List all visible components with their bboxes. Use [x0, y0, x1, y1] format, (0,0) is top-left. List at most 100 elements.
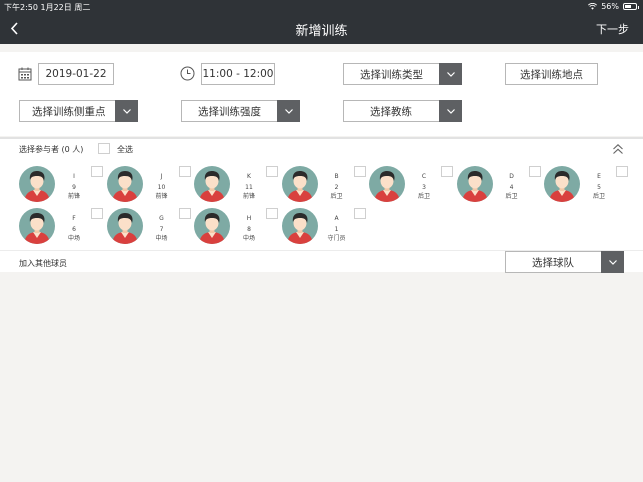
add-other-players-row: 加入其他球员 选择球队 [0, 250, 643, 273]
add-other-players-label: 加入其他球员 [19, 259, 67, 268]
player-card[interactable]: J 10 前锋 [106, 166, 191, 202]
player-select-checkbox[interactable] [266, 166, 278, 177]
player-select-checkbox[interactable] [178, 208, 191, 219]
player-name: A [334, 215, 339, 222]
player-number: 7 [159, 226, 164, 233]
collapse-chevron-up-icon[interactable] [612, 143, 624, 155]
page-title: 新增训练 [295, 24, 348, 39]
date-field[interactable]: 2019-01-22 [38, 63, 114, 85]
chevron-down-icon [284, 108, 293, 114]
player-select-checkbox[interactable] [266, 208, 278, 219]
player-position: 后卫 [505, 193, 518, 200]
nav-bar: 新增训练 下一步 [0, 13, 643, 44]
player-avatar [369, 166, 405, 202]
player-select-checkbox[interactable] [528, 166, 541, 177]
team-select-label: 选择球队 [532, 256, 574, 269]
player-position: 后卫 [417, 193, 430, 200]
training-type-label: 选择训练类型 [360, 68, 423, 81]
player-avatar [19, 208, 55, 244]
player-position: 中场 [155, 235, 168, 242]
time-field[interactable]: 11:00 - 12:00 [201, 63, 275, 85]
select-all-checkbox[interactable] [98, 143, 110, 154]
player-name: H [246, 215, 252, 222]
player-position: 前锋 [67, 193, 80, 200]
player-select-checkbox[interactable] [91, 166, 103, 177]
player-position: 守门员 [327, 235, 346, 242]
player-avatar [106, 166, 143, 202]
player-name: K [247, 173, 251, 180]
player-number: 10 [157, 184, 166, 191]
training-focus-dropdown-button[interactable] [115, 100, 138, 122]
player-select-checkbox[interactable] [353, 208, 366, 219]
player-avatar [544, 166, 580, 202]
player-position: 前锋 [155, 193, 168, 200]
player-number: 11 [245, 184, 253, 191]
player-select-checkbox[interactable] [441, 166, 453, 177]
player-position: 后卫 [592, 193, 605, 200]
player-number: 5 [597, 184, 601, 191]
training-type-select[interactable]: 选择训练类型 [343, 63, 462, 85]
calendar-icon [18, 67, 32, 81]
player-select-checkbox[interactable] [353, 166, 366, 177]
player-avatar [456, 166, 493, 202]
player-position: 中场 [242, 235, 255, 242]
player-name: E [597, 173, 601, 180]
player-card[interactable]: H 8 中场 [194, 208, 278, 244]
training-type-dropdown-button[interactable] [439, 63, 462, 85]
player-card[interactable]: G 7 中场 [106, 208, 191, 244]
team-dropdown-button[interactable] [601, 251, 624, 273]
player-position: 后卫 [330, 193, 343, 200]
training-location-field[interactable]: 选择训练地点 [505, 63, 598, 85]
player-name: D [509, 173, 514, 180]
player-card[interactable]: I 9 前锋 [19, 166, 103, 202]
player-position: 中场 [67, 235, 80, 242]
player-name: I [73, 173, 75, 180]
player-avatar [281, 166, 318, 202]
training-intensity-dropdown-button[interactable] [277, 100, 300, 122]
training-form: 2019-01-22 11:00 - 12:00 选择训练类型 选择训练地点 选… [0, 52, 643, 136]
player-name: B [334, 173, 339, 180]
player-card[interactable]: C 3 后卫 [369, 166, 453, 202]
player-card[interactable]: F 6 中场 [19, 208, 103, 244]
player-avatar [19, 166, 55, 202]
training-intensity-select[interactable]: 选择训练强度 [181, 100, 300, 122]
chevron-down-icon [122, 108, 131, 114]
player-name: G [159, 215, 164, 222]
clock-icon [180, 66, 195, 81]
player-select-checkbox[interactable] [616, 166, 628, 177]
player-number: 9 [72, 184, 76, 191]
player-card[interactable]: D 4 后卫 [456, 166, 541, 202]
wifi-icon [588, 3, 598, 10]
player-number: 8 [247, 226, 251, 233]
player-select-checkbox[interactable] [178, 166, 191, 177]
chevron-down-icon [446, 108, 455, 114]
player-name: C [421, 173, 427, 180]
player-name: J [160, 173, 163, 180]
coach-dropdown-button[interactable] [439, 100, 462, 122]
battery-percent: 56% [601, 2, 619, 11]
player-number: 4 [509, 184, 514, 191]
select-all-label: 全选 [117, 145, 133, 154]
player-avatar [194, 208, 230, 244]
player-name: F [72, 215, 76, 222]
player-number: 6 [72, 226, 76, 233]
player-card[interactable]: B 2 后卫 [281, 166, 366, 202]
battery-icon [623, 3, 639, 10]
player-position: 前锋 [242, 193, 255, 200]
participants-section: 选择参与者 (0 人) 全选 I 9 前锋 J 10 前锋 K 11 前锋 B 2 后卫 C 3 后卫 D 4 后… [0, 139, 643, 250]
player-card[interactable]: E 5 后卫 [544, 166, 628, 202]
status-time-date: 下午2:50 1月22日 周二 [4, 3, 91, 12]
player-card[interactable]: A 1 守门员 [281, 208, 366, 244]
team-select[interactable]: 选择球队 [505, 251, 624, 273]
coach-label: 选择教练 [370, 105, 412, 118]
participants-header: 选择参与者 (0 人) [19, 145, 84, 154]
player-avatar [106, 208, 143, 244]
coach-select[interactable]: 选择教练 [343, 100, 462, 122]
player-avatar [281, 208, 318, 244]
next-step-button[interactable]: 下一步 [596, 21, 629, 37]
player-card[interactable]: K 11 前锋 [194, 166, 278, 202]
training-focus-select[interactable]: 选择训练侧重点 [19, 100, 138, 122]
player-select-checkbox[interactable] [91, 208, 103, 219]
player-avatar [194, 166, 230, 202]
player-number: 3 [422, 184, 426, 191]
